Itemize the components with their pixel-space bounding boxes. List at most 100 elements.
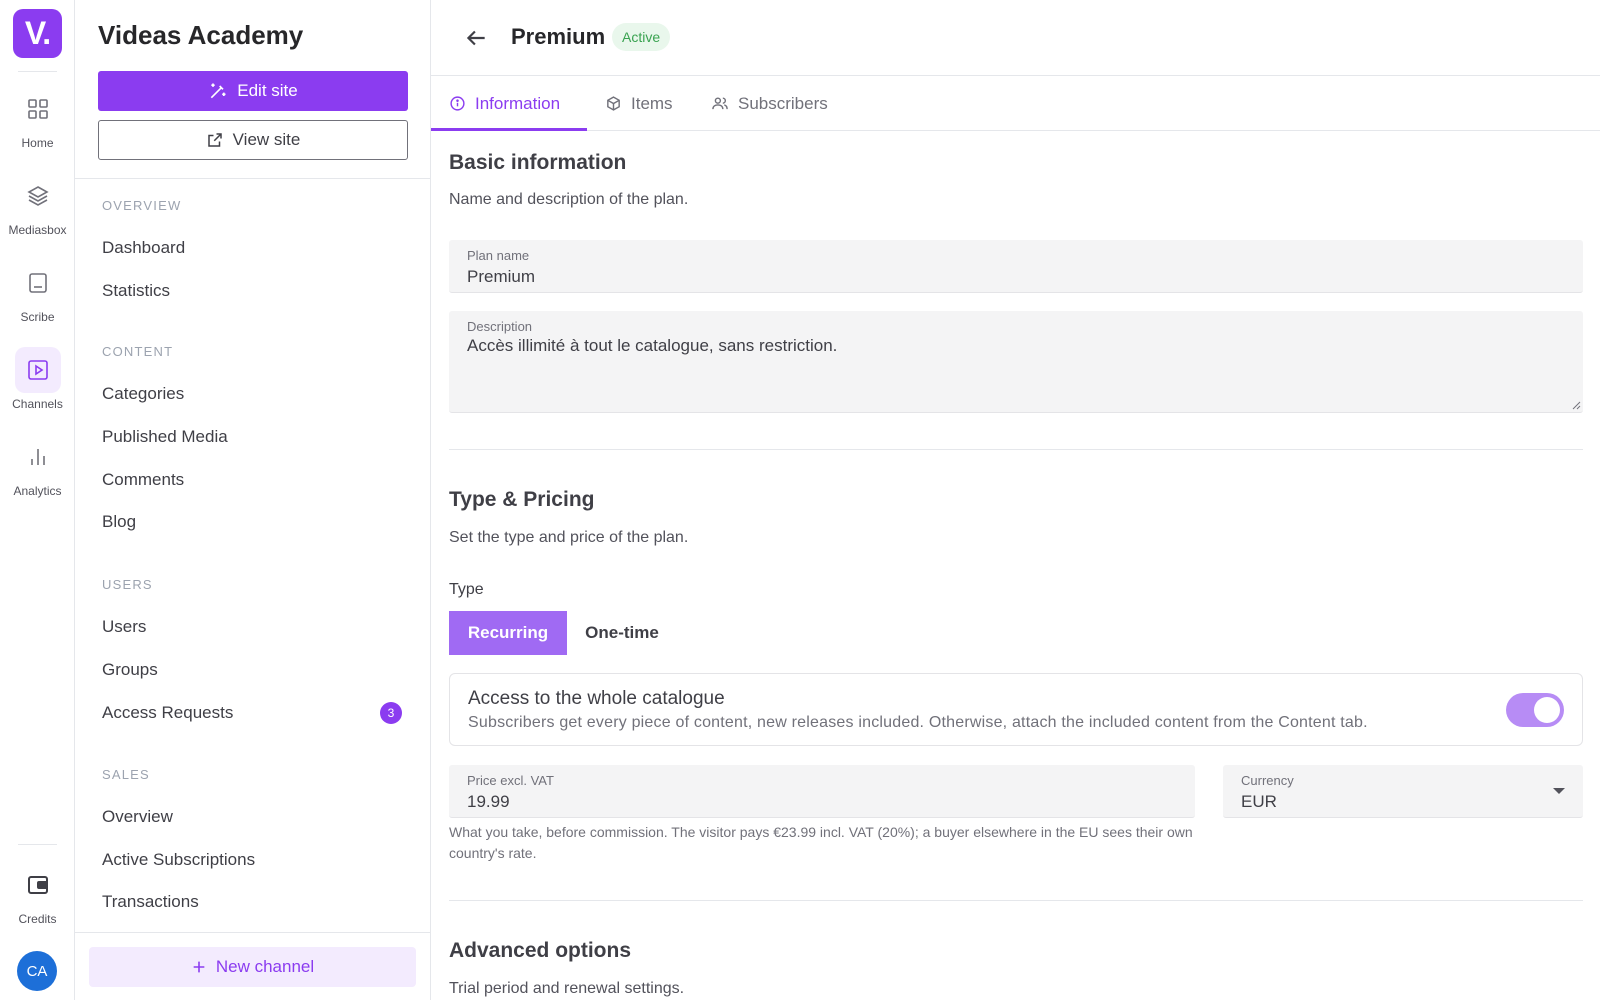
type-label: Type: [449, 581, 484, 598]
new-channel-button[interactable]: New channel: [89, 947, 416, 987]
sidebar-divider: [75, 178, 430, 179]
external-link-icon: [207, 133, 222, 147]
nav-item-sales-overview[interactable]: Overview: [102, 807, 402, 827]
layers-icon: [15, 173, 61, 219]
plus-icon: [193, 961, 205, 973]
nav-item-statistics[interactable]: Statistics: [102, 281, 402, 301]
rail-label: Mediasbox: [8, 223, 67, 237]
nav-item-access-requests[interactable]: Access Requests 3: [102, 702, 402, 724]
nav-label: Transactions: [102, 892, 199, 911]
catalogue-access-toggle[interactable]: [1506, 693, 1564, 727]
nav-label: Overview: [102, 807, 173, 826]
view-site-label: View site: [232, 130, 301, 149]
page-title: Premium: [511, 24, 606, 49]
section-content: CONTENT: [102, 344, 174, 359]
description-field[interactable]: Description Accès illimité à tout le cat…: [449, 311, 1583, 413]
section-divider: [449, 449, 1583, 450]
catalogue-access-title: Access to the whole catalogue: [468, 688, 725, 709]
type-recurring-button[interactable]: Recurring: [449, 611, 567, 655]
app-rail: V. Home Mediasbox Scribe Channels Analyt…: [0, 0, 75, 1000]
tab-subscribers[interactable]: Subscribers: [711, 76, 828, 131]
nav-item-dashboard[interactable]: Dashboard: [102, 238, 402, 258]
page-header: Premium Active: [431, 0, 1600, 76]
bar-chart-icon: [15, 434, 61, 480]
rail-item-mediasbox[interactable]: Mediasbox: [0, 173, 75, 253]
rail-label: Scribe: [20, 310, 55, 324]
user-avatar[interactable]: CA: [17, 951, 57, 991]
description-label: Description: [467, 319, 533, 334]
rail-item-channels[interactable]: Channels: [0, 347, 75, 427]
pricing-heading: Type & Pricing: [449, 488, 595, 511]
rail-label: Credits: [18, 912, 57, 926]
back-button[interactable]: [463, 25, 489, 51]
price-label: Price excl. VAT: [467, 773, 554, 788]
nav-label: Categories: [102, 384, 185, 403]
price-value: 19.99: [467, 792, 510, 811]
edit-site-button[interactable]: Edit site: [98, 71, 408, 111]
nav-item-groups[interactable]: Groups: [102, 660, 402, 680]
edit-site-label: Edit site: [237, 81, 298, 100]
grid-icon: [15, 86, 61, 132]
nav-item-blog[interactable]: Blog: [102, 512, 402, 532]
price-field[interactable]: Price excl. VAT 19.99: [449, 765, 1195, 818]
plan-name-field[interactable]: Plan name Premium: [449, 240, 1583, 293]
nav-label: Groups: [102, 660, 158, 679]
rail-item-analytics[interactable]: Analytics: [0, 434, 75, 514]
chevron-down-icon: [1553, 788, 1565, 794]
type-one-time-button[interactable]: One-time: [567, 611, 677, 655]
nav-item-comments[interactable]: Comments: [102, 470, 402, 490]
nav-label: Dashboard: [102, 238, 186, 257]
main-content: Premium Active Information Items Subscri…: [431, 0, 1600, 1000]
resize-handle-icon[interactable]: [1571, 400, 1581, 410]
tab-items[interactable]: Items: [605, 76, 673, 131]
access-requests-badge: 3: [380, 702, 402, 724]
wallet-icon: [15, 862, 61, 908]
status-badge: Active: [612, 23, 671, 51]
sidebar: Videas Academy Edit site View site OVERV…: [75, 0, 431, 1000]
basic-info-heading: Basic information: [449, 151, 627, 174]
arrow-left-icon: [466, 30, 485, 46]
site-title: Videas Academy: [98, 20, 304, 50]
section-users: USERS: [102, 577, 153, 592]
currency-value: EUR: [1241, 792, 1277, 811]
section-overview: OVERVIEW: [102, 198, 182, 213]
nav-label: Active Subscriptions: [102, 850, 256, 869]
nav-item-transactions[interactable]: Transactions: [102, 892, 402, 912]
rail-label: Analytics: [13, 484, 62, 498]
rail-divider: [18, 71, 57, 72]
nav-item-categories[interactable]: Categories: [102, 384, 402, 404]
tab-bar: Information Items Subscribers: [431, 76, 1600, 131]
description-value: Accès illimité à tout le catalogue, sans…: [467, 336, 838, 355]
rail-item-credits[interactable]: Credits: [0, 862, 75, 942]
section-divider: [449, 900, 1583, 901]
tab-information[interactable]: Information: [449, 76, 560, 131]
rail-item-home[interactable]: Home: [0, 86, 75, 166]
plan-name-label: Plan name: [467, 248, 530, 263]
play-square-icon: [14, 347, 61, 393]
nav-item-users[interactable]: Users: [102, 617, 402, 637]
section-sales: SALES: [102, 767, 150, 782]
new-channel-label: New channel: [215, 957, 315, 976]
magic-wand-icon: [210, 83, 226, 99]
currency-label: Currency: [1241, 773, 1294, 788]
nav-label: Blog: [102, 512, 137, 531]
currency-select[interactable]: Currency EUR: [1223, 765, 1583, 818]
nav-label: Access Requests: [102, 703, 234, 722]
app-logo[interactable]: V.: [13, 9, 62, 58]
nav-item-published-media[interactable]: Published Media: [102, 427, 402, 447]
tab-label: Subscribers: [738, 93, 828, 113]
basic-info-subtitle: Name and description of the plan.: [449, 191, 689, 208]
catalogue-access-description: Subscribers get every piece of content, …: [468, 714, 1368, 731]
users-icon: [712, 97, 728, 110]
price-hint: What you take, before commission. The vi…: [449, 824, 1193, 861]
nav-item-active-subscriptions[interactable]: Active Subscriptions: [102, 850, 402, 870]
plan-name-value: Premium: [467, 267, 536, 286]
rail-divider: [18, 844, 57, 845]
view-site-button[interactable]: View site: [98, 120, 408, 160]
rail-item-scribe[interactable]: Scribe: [0, 260, 75, 340]
tab-label: Items: [631, 93, 673, 113]
rail-label: Channels: [12, 397, 63, 411]
advanced-subtitle: Trial period and renewal settings.: [449, 980, 685, 997]
pricing-subtitle: Set the type and price of the plan.: [449, 529, 689, 546]
nav-label: Published Media: [102, 427, 228, 446]
